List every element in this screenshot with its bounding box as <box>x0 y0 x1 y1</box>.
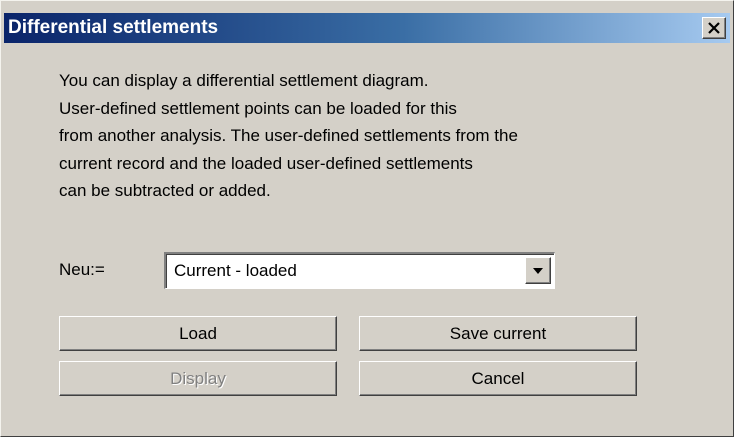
neu-label: Neu:= <box>59 260 105 279</box>
description-text: You can display a differential settlemen… <box>59 67 518 205</box>
description-line: current record and the loaded user-defin… <box>59 153 473 173</box>
dialog-title: Differential settlements <box>8 17 219 38</box>
close-icon <box>708 22 720 34</box>
display-button: Display <box>59 361 337 396</box>
description-line: User-defined settlement points can be lo… <box>59 98 457 118</box>
description-line: from another analysis. The user-defined … <box>59 126 518 145</box>
save-current-button[interactable]: Save current <box>359 316 637 351</box>
neu-select[interactable]: Current - loaded <box>164 252 555 289</box>
description-line: You can display a differential settlemen… <box>59 71 429 90</box>
load-button[interactable]: Load <box>59 316 337 351</box>
close-button[interactable] <box>702 17 726 39</box>
chevron-down-icon <box>533 268 543 274</box>
description-line: can be subtracted or added. <box>59 181 271 200</box>
dropdown-button[interactable] <box>525 257 551 284</box>
differential-settlements-dialog: Differential settlements You can display… <box>0 0 734 437</box>
cancel-button[interactable]: Cancel <box>359 361 637 396</box>
title-bar: Differential settlements <box>4 13 730 43</box>
neu-selected-value: Current - loaded <box>174 261 297 280</box>
